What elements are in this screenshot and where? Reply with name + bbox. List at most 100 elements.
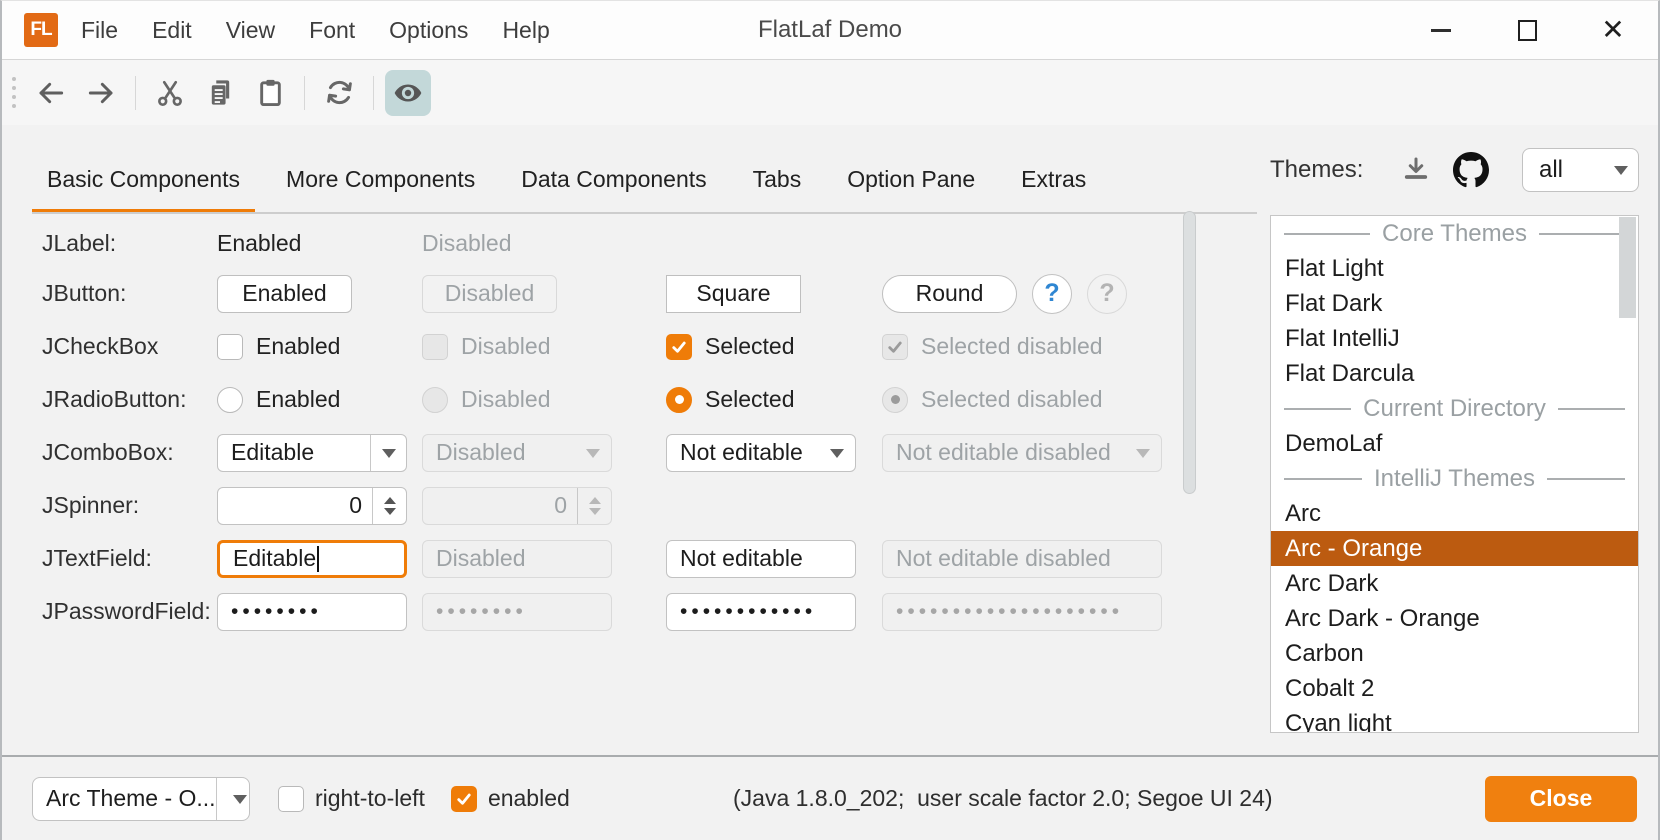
content-scrollbar[interactable]	[1183, 211, 1198, 751]
close-window-button[interactable]: ✕	[1596, 13, 1630, 47]
checkbox-disabled: Disabled	[422, 333, 551, 360]
theme-item-flat-dark[interactable]: Flat Dark	[1271, 286, 1638, 321]
github-button[interactable]	[1453, 152, 1489, 188]
column-3: Selected	[666, 386, 882, 413]
button-square[interactable]: Square	[666, 275, 801, 313]
row-label-jspinner: JSpinner:	[42, 492, 217, 519]
content-scrollbar-thumb[interactable]	[1183, 211, 1196, 494]
theme-item-flat-darcula[interactable]: Flat Darcula	[1271, 356, 1638, 391]
theme-item-demolaf[interactable]: DemoLaf	[1271, 426, 1638, 461]
password-dots: ••••••••	[423, 600, 527, 624]
combobox-disabled: Disabled	[422, 434, 612, 472]
minimize-button[interactable]	[1424, 13, 1458, 47]
themes-filter-combo[interactable]: all	[1522, 148, 1639, 192]
menu-options[interactable]: Options	[372, 1, 485, 59]
menu-edit[interactable]: Edit	[135, 1, 209, 59]
tab-option-pane[interactable]: Option Pane	[832, 150, 990, 213]
theme-item-carbon[interactable]: Carbon	[1271, 636, 1638, 671]
close-button[interactable]: Close	[1485, 776, 1637, 822]
copy-button[interactable]	[197, 70, 243, 116]
right-to-left-checkbox[interactable]: right-to-left	[278, 785, 425, 812]
download-themes-button[interactable]	[1401, 155, 1431, 185]
theme-group-label: IntelliJ Themes	[1374, 465, 1535, 493]
toolbar	[2, 60, 1658, 125]
help-button[interactable]: ?	[1032, 274, 1072, 314]
tab-basic-components[interactable]: Basic Components	[32, 150, 255, 213]
component-row: JPasswordField:•••••••••••••••••••••••••…	[2, 585, 1182, 638]
textfield-not-editable[interactable]: Not editable	[666, 540, 856, 578]
column-4: Round??	[882, 274, 1182, 314]
textfield-editable[interactable]: Editable	[217, 540, 407, 578]
theme-item-cyan-light[interactable]: Cyan light	[1271, 706, 1638, 733]
radio-selected[interactable]: Selected	[666, 386, 795, 413]
combobox-value: Editable	[218, 439, 370, 466]
component-row: JTextField:EditableDisabledNot editableN…	[2, 532, 1182, 585]
back-icon	[35, 77, 67, 109]
status-text: (Java 1.8.0_202; user scale factor 2.0; …	[733, 785, 1273, 812]
app-logo-icon: FL	[24, 13, 58, 47]
laf-combo[interactable]: Arc Theme - O...	[32, 777, 250, 821]
checkbox-enabled[interactable]: Enabled	[217, 333, 340, 360]
menu-help[interactable]: Help	[485, 1, 566, 59]
textfield-not-editable-disabled: Not editable disabled	[882, 540, 1162, 578]
row-label-jpasswordfield: JPasswordField:	[42, 598, 217, 625]
theme-item-cobalt-2[interactable]: Cobalt 2	[1271, 671, 1638, 706]
maximize-icon	[1518, 20, 1537, 41]
column-1: ••••••••	[217, 593, 422, 631]
close-icon: ✕	[1601, 16, 1624, 44]
combobox-value: Disabled	[423, 439, 575, 466]
column-1: Enabled	[217, 230, 422, 257]
tab-extras[interactable]: Extras	[1006, 150, 1101, 213]
theme-item-arc[interactable]: Arc	[1271, 496, 1638, 531]
button-round[interactable]: Round	[882, 275, 1017, 313]
checkbox-selected[interactable]: Selected	[666, 333, 795, 360]
theme-group-label: Current Directory	[1363, 395, 1546, 423]
back-button[interactable]	[28, 70, 74, 116]
tab-bar: Basic Components More Components Data Comp…	[32, 150, 1117, 213]
password-field[interactable]: ••••••••••••	[666, 593, 856, 631]
button-enabled[interactable]: Enabled	[217, 275, 352, 313]
row-label-jlabel: JLabel:	[42, 230, 217, 257]
theme-item-flat-light[interactable]: Flat Light	[1271, 251, 1638, 286]
cut-button[interactable]	[147, 70, 193, 116]
theme-item-arc-dark[interactable]: Arc Dark	[1271, 566, 1638, 601]
tab-more-components[interactable]: More Components	[271, 150, 490, 213]
checkbox-label: Selected	[705, 333, 795, 360]
row-label-jcheckbox: JCheckBox	[42, 333, 217, 360]
theme-item-arc-orange[interactable]: Arc - Orange	[1271, 531, 1638, 566]
enabled-checkbox[interactable]: enabled	[451, 785, 570, 812]
checkbox-selected-disabled: Selected disabled	[882, 333, 1103, 360]
refresh-button[interactable]	[316, 70, 362, 116]
forward-button[interactable]	[78, 70, 124, 116]
theme-group-label: Core Themes	[1382, 220, 1527, 248]
theme-item-arc-dark-orange[interactable]: Arc Dark - Orange	[1271, 601, 1638, 636]
menubar: FileEditViewFontOptionsHelp	[64, 1, 567, 59]
menu-font[interactable]: Font	[292, 1, 372, 59]
tab-data-components[interactable]: Data Components	[506, 150, 721, 213]
password-field[interactable]: ••••••••	[217, 593, 407, 631]
combobox-editable[interactable]: Editable	[217, 434, 407, 472]
component-row: JButton:EnabledDisabledSquareRound??	[2, 267, 1182, 320]
themes-scrollbar-thumb[interactable]	[1619, 217, 1636, 318]
toolbar-grip[interactable]	[12, 77, 16, 108]
spinner-down-icon	[589, 508, 601, 521]
spinner-stepper[interactable]	[372, 488, 406, 524]
checkbox-unchecked-icon	[217, 334, 243, 360]
chevron-down-icon	[1125, 435, 1161, 471]
checkbox-label: Enabled	[256, 333, 340, 360]
spinner-field[interactable]: 0	[217, 487, 407, 525]
component-row: JRadioButton:EnabledDisabledSelectedSele…	[2, 373, 1182, 426]
maximize-button[interactable]	[1510, 13, 1544, 47]
radio-enabled[interactable]: Enabled	[217, 386, 340, 413]
theme-item-flat-intellij[interactable]: Flat IntelliJ	[1271, 321, 1638, 356]
menu-file[interactable]: File	[64, 1, 135, 59]
show-toggle-button[interactable]	[385, 70, 431, 116]
tab-tabs[interactable]: Tabs	[738, 150, 817, 213]
menu-view[interactable]: View	[209, 1, 292, 59]
toolbar-separator	[135, 76, 136, 110]
combobox-not-editable[interactable]: Not editable	[666, 434, 856, 472]
paste-button[interactable]	[247, 70, 293, 116]
themes-scrollbar[interactable]	[1619, 217, 1636, 729]
column-3: ••••••••••••	[666, 593, 882, 631]
combobox-value: Not editable disabled	[883, 439, 1125, 466]
